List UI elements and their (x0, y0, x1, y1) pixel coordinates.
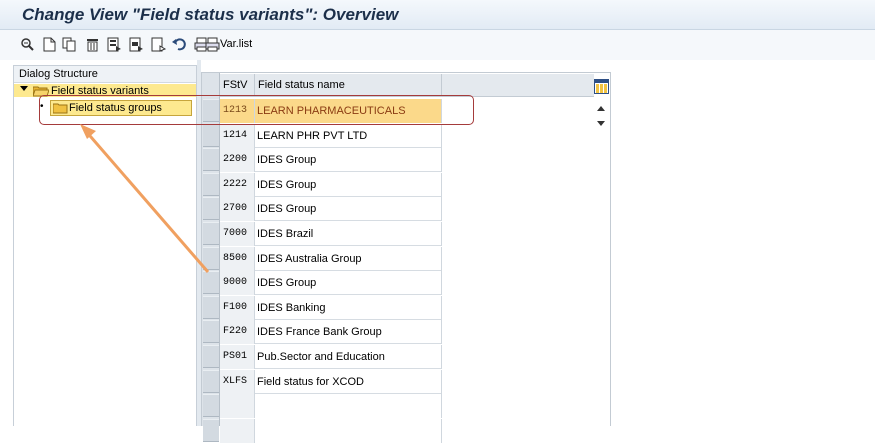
application-toolbar: Var.list (0, 30, 875, 60)
row-selector[interactable] (203, 394, 219, 417)
cell-fstv[interactable]: F100 (220, 296, 255, 320)
cell-field-status-name[interactable]: Field status for XCOD (255, 370, 442, 394)
cell-field-status-name[interactable]: IDES Group (255, 173, 442, 197)
row-selector[interactable] (203, 419, 219, 442)
row-selector[interactable] (203, 247, 219, 270)
column-header-field-status-name[interactable]: Field status name (255, 74, 442, 97)
cell-fstv[interactable]: 2222 (220, 173, 255, 197)
table-row[interactable]: 8500 IDES Australia Group (220, 247, 442, 271)
scroll-up-arrow-icon[interactable] (597, 106, 605, 111)
row-selector[interactable] (203, 296, 219, 319)
row-selector[interactable] (203, 124, 219, 147)
row-selector[interactable] (203, 320, 219, 343)
row-selector[interactable] (203, 173, 219, 196)
cell-fstv[interactable] (220, 419, 255, 443)
table-row[interactable]: 9000 IDES Group (220, 271, 442, 295)
undo-change-icon[interactable] (172, 37, 187, 52)
table-row[interactable] (220, 419, 442, 443)
cell-field-status-name[interactable]: IDES France Bank Group (255, 320, 442, 344)
var-list-button[interactable]: Var.list (220, 38, 252, 50)
table-row[interactable]: F220 IDES France Bank Group (220, 320, 442, 344)
cell-fstv[interactable]: 7000 (220, 222, 255, 246)
cell-field-status-name[interactable]: IDES Australia Group (255, 247, 442, 271)
row-selector[interactable] (203, 197, 219, 220)
row-selector[interactable] (203, 222, 219, 245)
cell-field-status-name[interactable]: IDES Banking (255, 296, 442, 320)
cell-fstv[interactable]: 2700 (220, 197, 255, 221)
table-row[interactable]: XLFS Field status for XCOD (220, 370, 442, 394)
cell-fstv[interactable]: XLFS (220, 370, 255, 394)
cell-fstv[interactable]: PS01 (220, 345, 255, 369)
new-entries-icon[interactable] (42, 37, 57, 52)
row-selector[interactable] (203, 148, 219, 171)
table-row[interactable]: 2700 IDES Group (220, 197, 442, 221)
cell-fstv[interactable] (220, 394, 255, 418)
row-selector[interactable] (203, 345, 219, 368)
table-row[interactable]: PS01 Pub.Sector and Education (220, 345, 442, 369)
column-header-fstv[interactable]: FStV (220, 74, 255, 97)
dialog-structure-header: Dialog Structure (14, 66, 196, 83)
cell-field-status-name[interactable]: Pub.Sector and Education (255, 345, 442, 369)
copy-as-icon[interactable] (62, 37, 77, 52)
delete-icon[interactable] (85, 37, 100, 52)
column-header-filler (442, 74, 594, 97)
row-selector-column (202, 73, 220, 442)
display-change-icon[interactable] (20, 37, 35, 52)
cell-field-status-name[interactable] (255, 419, 442, 443)
cell-field-status-name[interactable]: IDES Group (255, 148, 442, 172)
var-list-print-icon[interactable] (205, 37, 220, 52)
select-block-icon[interactable] (129, 37, 144, 52)
scroll-down-arrow-icon[interactable] (597, 121, 605, 126)
table-row[interactable]: F100 IDES Banking (220, 296, 442, 320)
cell-fstv[interactable]: 9000 (220, 271, 255, 295)
row-selector[interactable] (203, 271, 219, 294)
table-row[interactable] (220, 394, 442, 418)
page-title: Change View "Field status variants": Ove… (22, 5, 399, 24)
select-all-icon[interactable] (107, 37, 122, 52)
cell-fstv[interactable]: 1214 (220, 124, 255, 148)
table-row[interactable]: 7000 IDES Brazil (220, 222, 442, 246)
field-status-variants-table: FStV Field status name 1213 LEARN PHARMAC… (201, 72, 611, 443)
cell-field-status-name[interactable]: IDES Group (255, 197, 442, 221)
table-settings-icon[interactable] (594, 79, 609, 97)
table-row[interactable]: 2200 IDES Group (220, 148, 442, 172)
title-bar: Change View "Field status variants": Ove… (0, 0, 875, 30)
cell-fstv[interactable]: 2200 (220, 148, 255, 172)
table-row[interactable]: 2222 IDES Group (220, 173, 442, 197)
cell-field-status-name[interactable]: IDES Group (255, 271, 442, 295)
table-row[interactable]: 1214 LEARN PHR PVT LTD (220, 124, 442, 148)
deselect-all-icon[interactable] (151, 37, 166, 52)
cell-field-status-name[interactable]: IDES Brazil (255, 222, 442, 246)
annotation-highlight-box (39, 95, 474, 125)
cell-fstv[interactable]: 8500 (220, 247, 255, 271)
tree-collapse-icon[interactable] (20, 86, 28, 91)
cell-field-status-name[interactable] (255, 394, 442, 418)
cell-fstv[interactable]: F220 (220, 320, 255, 344)
cell-field-status-name[interactable]: LEARN PHR PVT LTD (255, 124, 442, 148)
row-selector[interactable] (203, 370, 219, 393)
